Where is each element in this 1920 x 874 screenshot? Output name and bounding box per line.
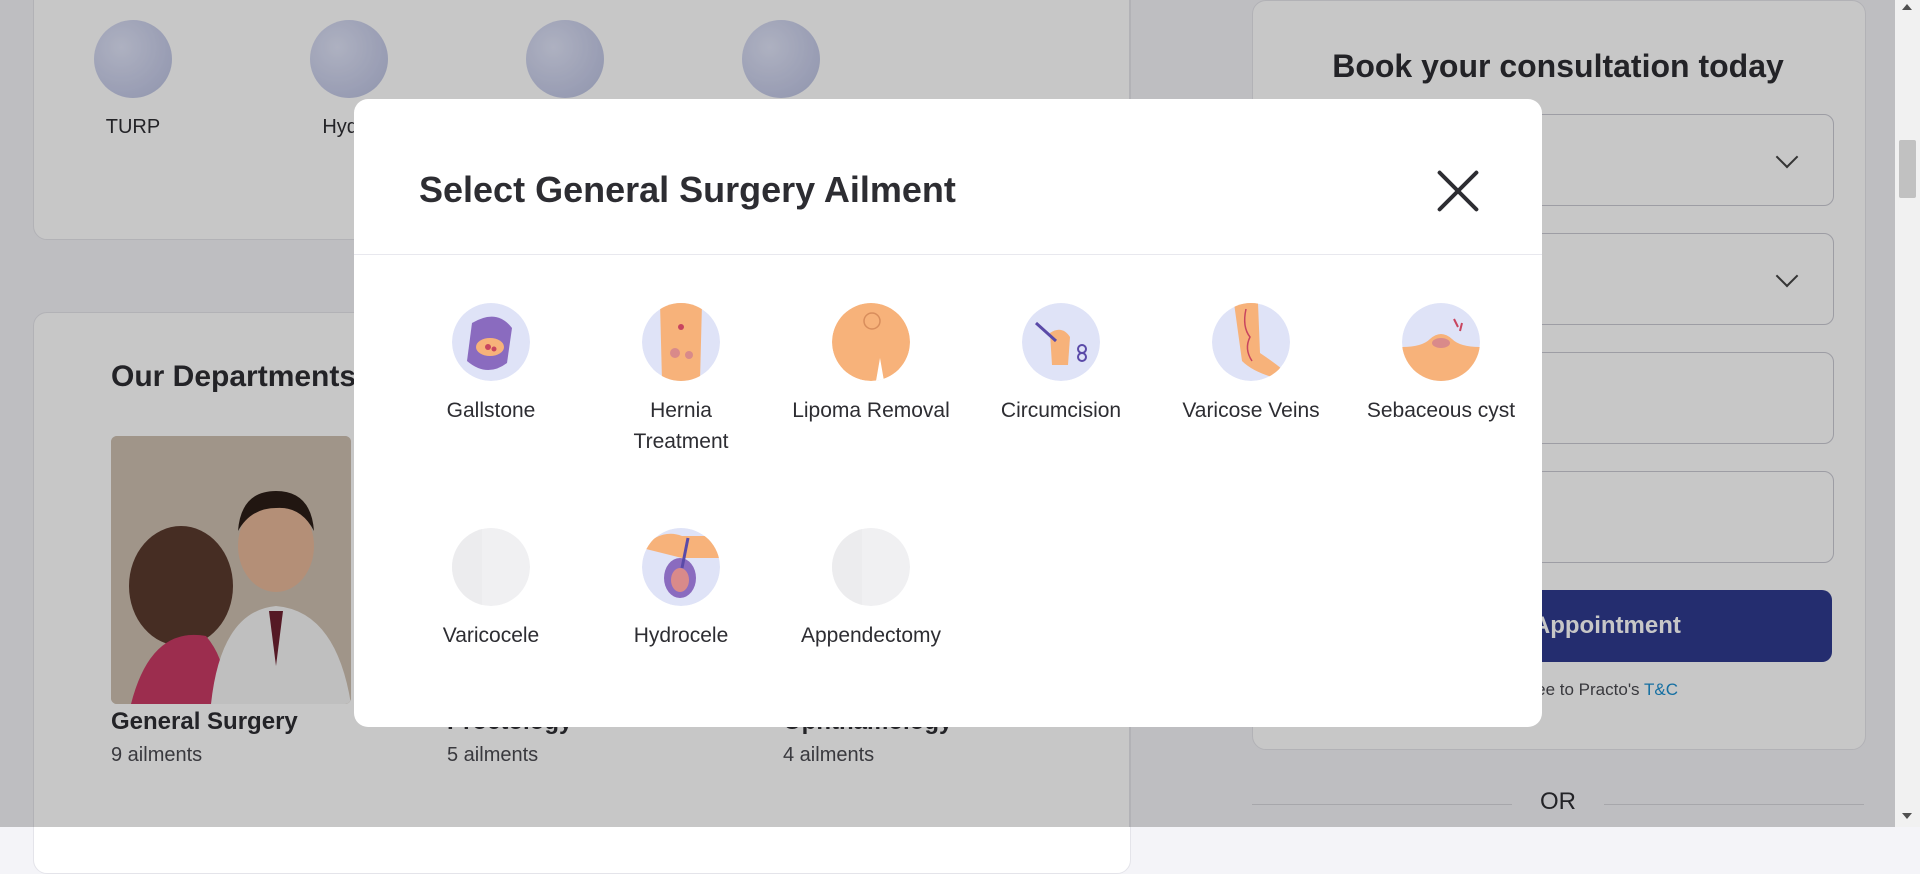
ailment-gallstone[interactable]: Gallstone [411,303,571,426]
ailment-name: Circumcision [1000,399,1122,422]
ailment-varicose-veins[interactable]: Varicose Veins [1171,303,1331,426]
ailment-hernia[interactable]: Hernia Treatment [601,303,761,457]
scroll-down-icon[interactable] [1902,813,1912,819]
ailment-name: Lipoma Removal [792,399,950,422]
sebaceous-cyst-icon [1402,303,1480,381]
scroll-up-icon[interactable] [1902,4,1912,10]
modal-title: Select General Surgery Ailment [419,169,956,210]
circumcision-icon [1022,303,1100,381]
ailment-varicocele[interactable]: Varicocele [411,528,571,651]
ailment-name: Appendectomy [800,624,942,647]
ailment-hydrocele[interactable]: Hydrocele [601,528,761,651]
hydrocele-icon [642,528,720,606]
ailment-appendectomy[interactable]: Appendectomy [791,528,951,651]
page-scrollbar[interactable] [1895,0,1920,827]
varicocele-icon [452,528,530,606]
ailment-name: Gallstone [446,399,536,422]
varicose-veins-icon [1212,303,1290,381]
scroll-thumb[interactable] [1899,140,1916,198]
appendectomy-icon [832,528,910,606]
hernia-icon [642,303,720,381]
close-icon[interactable] [1436,169,1480,213]
ailment-modal: Select General Surgery Ailment Gallstone… [354,99,1542,727]
gallstone-icon [452,303,530,381]
modal-divider [354,254,1542,255]
ailment-name: Varicose Veins [1182,399,1320,422]
ailment-name: Varicocele [442,624,540,647]
ailment-name: Hernia Treatment [633,399,729,453]
ailment-name: Sebaceous cyst [1366,399,1516,422]
lipoma-icon [832,303,910,381]
ailment-lipoma[interactable]: Lipoma Removal [791,303,951,426]
ailment-circumcision[interactable]: Circumcision [981,303,1141,426]
ailment-sebaceous-cyst[interactable]: Sebaceous cyst [1361,303,1521,426]
ailment-name: Hydrocele [633,624,729,647]
